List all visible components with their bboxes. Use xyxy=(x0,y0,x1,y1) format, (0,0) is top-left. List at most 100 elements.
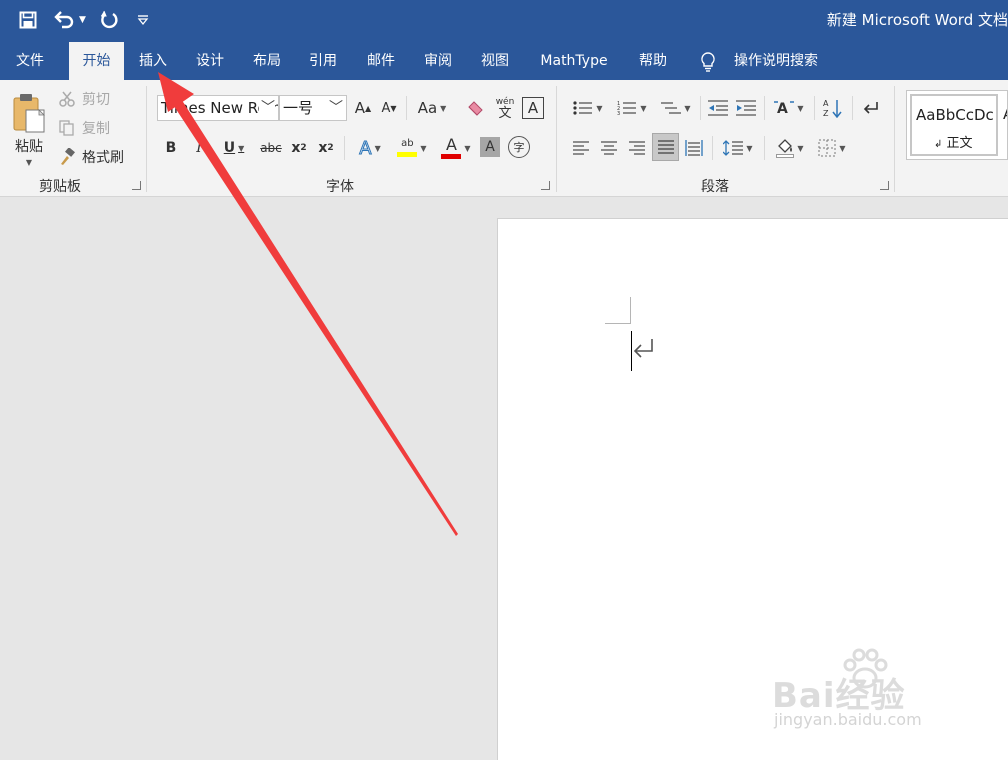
underline-icon: U xyxy=(223,140,236,156)
highlight-color-bar xyxy=(397,152,418,157)
highlight-button[interactable]: ab ▼ xyxy=(392,134,432,162)
paste-label: 粘贴 xyxy=(15,138,43,155)
undo-icon xyxy=(54,11,74,29)
clipboard-group-label: 剪贴板 xyxy=(39,179,81,195)
subscript-button[interactable]: x2 xyxy=(288,136,310,160)
align-right-button[interactable] xyxy=(624,136,650,160)
show-hide-marks-button[interactable] xyxy=(858,96,884,120)
multilevel-list-icon xyxy=(661,102,682,114)
character-border-button[interactable]: A xyxy=(522,97,544,119)
align-left-button[interactable] xyxy=(568,136,594,160)
line-spacing-icon xyxy=(723,140,744,156)
style-normal-name: 正文 xyxy=(946,136,973,151)
clipboard-dialog-launcher[interactable] xyxy=(132,181,141,190)
tab-layout[interactable]: 布局 xyxy=(242,42,292,80)
paste-dropdown-icon[interactable]: ▼ xyxy=(26,158,32,167)
group-separator xyxy=(700,96,701,120)
style-normal-label: ↲ 正文 xyxy=(934,132,973,151)
grow-font-button[interactable]: A ▲ xyxy=(352,96,374,120)
underline-button[interactable]: U ▼ xyxy=(216,136,252,160)
save-button[interactable] xyxy=(14,8,42,32)
tab-insert[interactable]: 插入 xyxy=(128,42,178,80)
superscript-button[interactable]: x2 xyxy=(315,136,337,160)
decrease-indent-button[interactable] xyxy=(706,96,730,120)
italic-button[interactable]: I xyxy=(188,136,210,160)
tab-help[interactable]: 帮助 xyxy=(628,42,678,80)
justify-button[interactable] xyxy=(652,133,679,161)
tab-home[interactable]: 开始 xyxy=(69,42,124,81)
bold-icon: B xyxy=(165,140,177,156)
enclose-characters-icon: 字 xyxy=(513,141,525,154)
bullets-button[interactable]: ▼ xyxy=(568,96,608,120)
tab-review[interactable]: 审阅 xyxy=(412,42,464,80)
paste-button[interactable]: 粘贴 ▼ xyxy=(6,86,52,172)
character-border-icon: A xyxy=(527,99,539,117)
style-normal[interactable]: AaBbCcDc ↲ 正文 xyxy=(910,94,998,156)
sort-button[interactable]: AZ xyxy=(820,96,846,120)
character-shading-icon: A xyxy=(485,139,495,155)
change-case-button[interactable]: Aa ▼ xyxy=(413,96,451,120)
numbering-button[interactable]: 123 ▼ xyxy=(612,96,652,120)
shading-button[interactable]: ▼ xyxy=(770,134,810,162)
align-center-button[interactable] xyxy=(596,136,622,160)
tab-references[interactable]: 引用 xyxy=(298,42,348,80)
styles-gallery[interactable]: AaBbCcDc ↲ 正文 A xyxy=(906,90,1008,160)
paragraph-dialog-launcher[interactable] xyxy=(880,181,889,190)
tab-design[interactable]: 设计 xyxy=(184,42,236,80)
redo-button[interactable] xyxy=(96,8,122,32)
shrink-font-icon: A xyxy=(381,100,391,116)
copy-icon xyxy=(59,120,74,136)
enclose-characters-button[interactable]: 字 xyxy=(508,136,530,158)
group-separator xyxy=(146,86,147,192)
tab-mathtype[interactable]: MathType xyxy=(530,42,618,80)
multilevel-list-button[interactable]: ▼ xyxy=(656,96,696,120)
align-center-icon xyxy=(601,141,617,155)
change-case-icon: Aa xyxy=(417,99,438,117)
line-spacing-button[interactable]: ▼ xyxy=(718,136,758,160)
clear-formatting-button[interactable] xyxy=(464,96,488,120)
distributed-button[interactable] xyxy=(682,136,706,160)
grow-font-icon: A xyxy=(354,99,366,117)
paragraph-group-label: 段落 xyxy=(701,179,729,195)
lightbulb-icon xyxy=(701,52,715,72)
strikethrough-button[interactable]: abc xyxy=(258,136,284,160)
chinese-layout-button[interactable]: A ▼ xyxy=(770,96,808,120)
copy-button[interactable]: 复制 xyxy=(58,117,118,139)
paragraph-mark-icon xyxy=(863,102,878,114)
tab-mailings[interactable]: 邮件 xyxy=(355,42,407,80)
group-separator xyxy=(852,96,853,120)
font-color-button[interactable]: A ▼ xyxy=(436,134,476,162)
cut-button[interactable]: 剪切 xyxy=(58,88,118,110)
borders-button[interactable]: ▼ xyxy=(812,136,852,160)
tab-file[interactable]: 文件 xyxy=(0,42,60,80)
save-icon xyxy=(19,11,37,29)
font-dialog-launcher[interactable] xyxy=(541,181,550,190)
format-painter-button[interactable]: 格式刷 xyxy=(58,146,134,168)
phonetic-guide-button[interactable]: wén 文 xyxy=(494,96,516,122)
undo-button[interactable]: ▼ xyxy=(52,8,88,32)
bold-button[interactable]: B xyxy=(160,136,182,160)
tell-me-search[interactable]: 操作说明搜索 xyxy=(726,42,826,80)
align-right-icon xyxy=(629,141,645,155)
font-name-combo[interactable]: Times New Roman ﹀ xyxy=(157,95,279,121)
text-effects-button[interactable]: A ▼ xyxy=(352,136,388,160)
superscript-icon: x xyxy=(318,140,328,156)
increase-indent-icon xyxy=(736,100,756,116)
group-separator xyxy=(712,136,713,160)
borders-icon xyxy=(818,139,836,157)
chevron-down-icon: ﹀ xyxy=(329,100,343,116)
italic-icon: I xyxy=(196,140,202,156)
character-shading-button[interactable]: A xyxy=(480,137,500,157)
increase-indent-button[interactable] xyxy=(734,96,758,120)
shrink-font-button[interactable]: A ▼ xyxy=(378,96,400,120)
numbered-list-icon: 123 xyxy=(617,101,637,116)
align-left-icon xyxy=(573,141,589,155)
customize-quick-access-button[interactable] xyxy=(134,8,152,32)
font-size-combo[interactable]: 一号 ﹀ xyxy=(279,95,347,121)
style-next-preview: A xyxy=(1003,105,1007,123)
subscript-icon: x xyxy=(291,140,301,156)
watermark-url: jingyan.baidu.com xyxy=(774,710,922,729)
group-separator xyxy=(344,136,345,160)
tab-view[interactable]: 视图 xyxy=(469,42,521,80)
paint-bucket-icon xyxy=(778,139,793,153)
